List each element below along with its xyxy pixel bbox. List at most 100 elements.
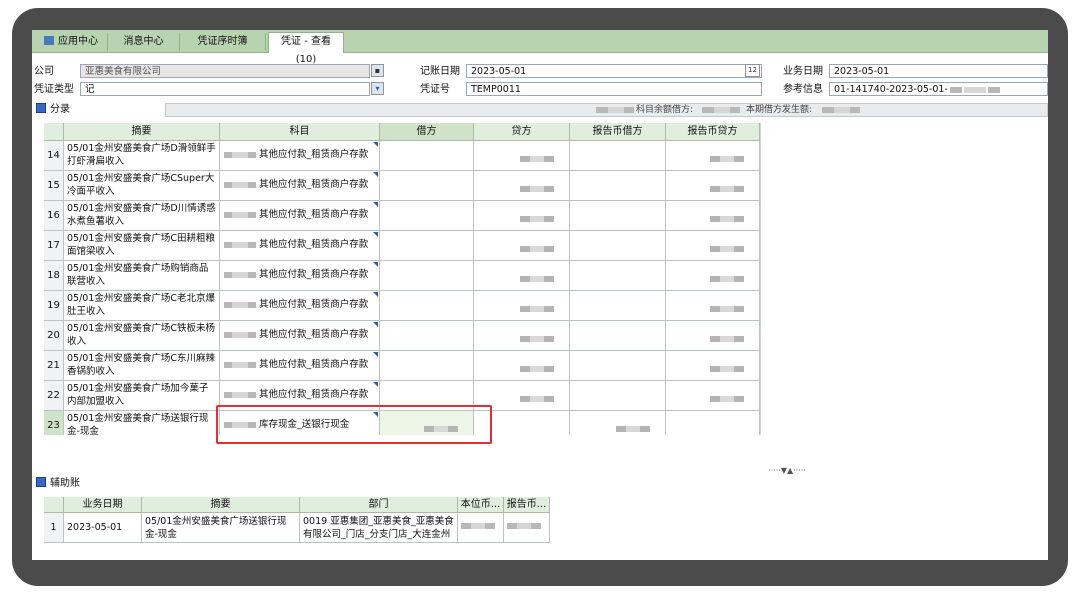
summary-cell[interactable]: 05/01金州安盛美食广场D滑领鲜手打虾滑扁收入 bbox=[64, 141, 220, 171]
summary-cell[interactable]: 05/01金州安盛美食广场C东川麻辣香锅豹收入 bbox=[64, 351, 220, 381]
report-credit-cell[interactable] bbox=[666, 321, 760, 351]
credit-cell[interactable] bbox=[474, 321, 570, 351]
debit-cell[interactable] bbox=[380, 321, 474, 351]
voucher-type-field[interactable]: 记 bbox=[80, 82, 370, 96]
collapse-icon[interactable] bbox=[36, 103, 46, 113]
aux-row-summary[interactable]: 05/01金州安盛美食广场送银行现金-现金 bbox=[142, 513, 300, 543]
row-number[interactable]: 21 bbox=[44, 351, 64, 381]
report-credit-cell[interactable] bbox=[666, 411, 760, 435]
report-credit-cell[interactable] bbox=[666, 201, 760, 231]
grid-header-report-debit[interactable]: 报告币借方 bbox=[570, 123, 666, 141]
debit-cell[interactable] bbox=[380, 141, 474, 171]
account-cell[interactable]: 其他应付款_租赁商户存款 bbox=[220, 201, 380, 231]
row-number[interactable]: 17 bbox=[44, 231, 64, 261]
reference-field[interactable]: 01-141740-2023-05-01- bbox=[829, 82, 1048, 96]
aux-header-date[interactable]: 业务日期 bbox=[64, 497, 142, 513]
row-number[interactable]: 23 bbox=[44, 411, 64, 435]
report-debit-cell[interactable] bbox=[570, 291, 666, 321]
company-field[interactable]: 亚惠美食有限公司 bbox=[80, 64, 370, 78]
summary-cell[interactable]: 05/01金州安盛美食广场加今菓子内部加盟收入 bbox=[64, 381, 220, 411]
report-credit-cell[interactable] bbox=[666, 261, 760, 291]
table-row[interactable]: 17 05/01金州安盛美食广场C田耕粗粮面馆梁收入 其他应付款_租赁商户存款 bbox=[44, 231, 760, 261]
report-debit-cell[interactable] bbox=[570, 411, 666, 435]
table-row[interactable]: 20 05/01金州安盛美食广场C铁板未杨收入 其他应付款_租赁商户存款 bbox=[44, 321, 760, 351]
chevron-down-icon[interactable]: ▾ bbox=[371, 82, 384, 95]
credit-cell[interactable] bbox=[474, 231, 570, 261]
aux-row-dept[interactable]: 0019 亚惠集团_亚惠美食_亚惠美食有限公司_门店_分支门店_大连金州 bbox=[300, 513, 458, 543]
tab-app-center[interactable]: 应用中心 bbox=[36, 33, 108, 51]
credit-cell[interactable] bbox=[474, 351, 570, 381]
table-row[interactable]: 14 05/01金州安盛美食广场D滑领鲜手打虾滑扁收入 其他应付款_租赁商户存款 bbox=[44, 141, 760, 171]
row-number[interactable]: 14 bbox=[44, 141, 64, 171]
aux-row-base-amount[interactable] bbox=[458, 513, 504, 543]
debit-cell[interactable] bbox=[380, 351, 474, 381]
tab-voucher-view[interactable]: 凭证 - 查看(10) bbox=[268, 32, 344, 65]
table-row[interactable]: 19 05/01金州安盛美食广场C老北京爆肚王收入 其他应付款_租赁商户存款 bbox=[44, 291, 760, 321]
report-credit-cell[interactable] bbox=[666, 231, 760, 261]
grid-header-debit[interactable]: 借方 bbox=[380, 123, 474, 141]
splitter-handle[interactable]: ·····▼▲····· bbox=[757, 467, 817, 475]
credit-cell[interactable] bbox=[474, 261, 570, 291]
account-cell[interactable]: 其他应付款_租赁商户存款 bbox=[220, 141, 380, 171]
report-debit-cell[interactable] bbox=[570, 351, 666, 381]
grid-header-account[interactable]: 科目 bbox=[220, 123, 380, 141]
summary-cell[interactable]: 05/01金州安盛美食广场送银行现金-现金 bbox=[64, 411, 220, 435]
account-cell[interactable]: 其他应付款_租赁商户存款 bbox=[220, 171, 380, 201]
credit-cell[interactable] bbox=[474, 141, 570, 171]
report-credit-cell[interactable] bbox=[666, 171, 760, 201]
aux-header-dept[interactable]: 部门 bbox=[300, 497, 458, 513]
company-lookup-button[interactable]: ▪ bbox=[371, 64, 384, 77]
credit-cell[interactable] bbox=[474, 201, 570, 231]
summary-cell[interactable]: 05/01金州安盛美食广场购销商品联营收入 bbox=[64, 261, 220, 291]
calendar-icon[interactable]: 12 bbox=[745, 64, 760, 77]
report-debit-cell[interactable] bbox=[570, 171, 666, 201]
account-cell[interactable]: 其他应付款_租赁商户存款 bbox=[220, 231, 380, 261]
grid-header-report-credit[interactable]: 报告币贷方 bbox=[666, 123, 760, 141]
row-number[interactable]: 19 bbox=[44, 291, 64, 321]
credit-cell[interactable] bbox=[474, 171, 570, 201]
credit-cell[interactable] bbox=[474, 291, 570, 321]
row-number[interactable]: 16 bbox=[44, 201, 64, 231]
row-number[interactable]: 18 bbox=[44, 261, 64, 291]
collapse-icon[interactable] bbox=[36, 477, 46, 487]
report-credit-cell[interactable] bbox=[666, 141, 760, 171]
summary-cell[interactable]: 05/01金州安盛美食广场CSuper大冷面平收入 bbox=[64, 171, 220, 201]
aux-header-report-currency[interactable]: 报告币... bbox=[504, 497, 550, 513]
debit-cell[interactable] bbox=[380, 201, 474, 231]
grid-header-summary[interactable]: 摘要 bbox=[64, 123, 220, 141]
report-credit-cell[interactable] bbox=[666, 351, 760, 381]
account-cell[interactable]: 其他应付款_租赁商户存款 bbox=[220, 291, 380, 321]
tab-voucher-journal[interactable]: 凭证序时簿 bbox=[180, 33, 266, 51]
voucher-no-field[interactable]: TEMP0011 bbox=[466, 82, 762, 96]
summary-cell[interactable]: 05/01金州安盛美食广场C老北京爆肚王收入 bbox=[64, 291, 220, 321]
aux-header-base-currency[interactable]: 本位币... bbox=[458, 497, 504, 513]
debit-cell[interactable] bbox=[380, 261, 474, 291]
booking-date-field[interactable]: 2023-05-01 bbox=[466, 64, 762, 78]
row-number[interactable]: 22 bbox=[44, 381, 64, 411]
aux-row-date[interactable]: 2023-05-01 bbox=[64, 513, 142, 543]
account-cell[interactable]: 其他应付款_租赁商户存款 bbox=[220, 351, 380, 381]
summary-cell[interactable]: 05/01金州安盛美食广场C铁板未杨收入 bbox=[64, 321, 220, 351]
summary-cell[interactable]: 05/01金州安盛美食广场C田耕粗粮面馆梁收入 bbox=[64, 231, 220, 261]
report-debit-cell[interactable] bbox=[570, 231, 666, 261]
debit-cell[interactable] bbox=[380, 171, 474, 201]
report-debit-cell[interactable] bbox=[570, 381, 666, 411]
tab-message-center[interactable]: 消息中心 bbox=[108, 33, 180, 51]
report-credit-cell[interactable] bbox=[666, 381, 760, 411]
table-row[interactable]: 16 05/01金州安盛美食广场D川情诱惑水煮鱼薯收入 其他应付款_租赁商户存款 bbox=[44, 201, 760, 231]
report-debit-cell[interactable] bbox=[570, 261, 666, 291]
grid-header-credit[interactable]: 贷方 bbox=[474, 123, 570, 141]
aux-row-report-amount[interactable] bbox=[504, 513, 550, 543]
table-row[interactable]: 21 05/01金州安盛美食广场C东川麻辣香锅豹收入 其他应付款_租赁商户存款 bbox=[44, 351, 760, 381]
report-debit-cell[interactable] bbox=[570, 201, 666, 231]
report-debit-cell[interactable] bbox=[570, 141, 666, 171]
account-cell[interactable]: 其他应付款_租赁商户存款 bbox=[220, 321, 380, 351]
row-number[interactable]: 15 bbox=[44, 171, 64, 201]
table-row[interactable]: 15 05/01金州安盛美食广场CSuper大冷面平收入 其他应付款_租赁商户存款 bbox=[44, 171, 760, 201]
debit-cell[interactable] bbox=[380, 231, 474, 261]
report-credit-cell[interactable] bbox=[666, 291, 760, 321]
aux-header-summary[interactable]: 摘要 bbox=[142, 497, 300, 513]
row-number[interactable]: 20 bbox=[44, 321, 64, 351]
account-cell[interactable]: 其他应付款_租赁商户存款 bbox=[220, 261, 380, 291]
report-debit-cell[interactable] bbox=[570, 321, 666, 351]
